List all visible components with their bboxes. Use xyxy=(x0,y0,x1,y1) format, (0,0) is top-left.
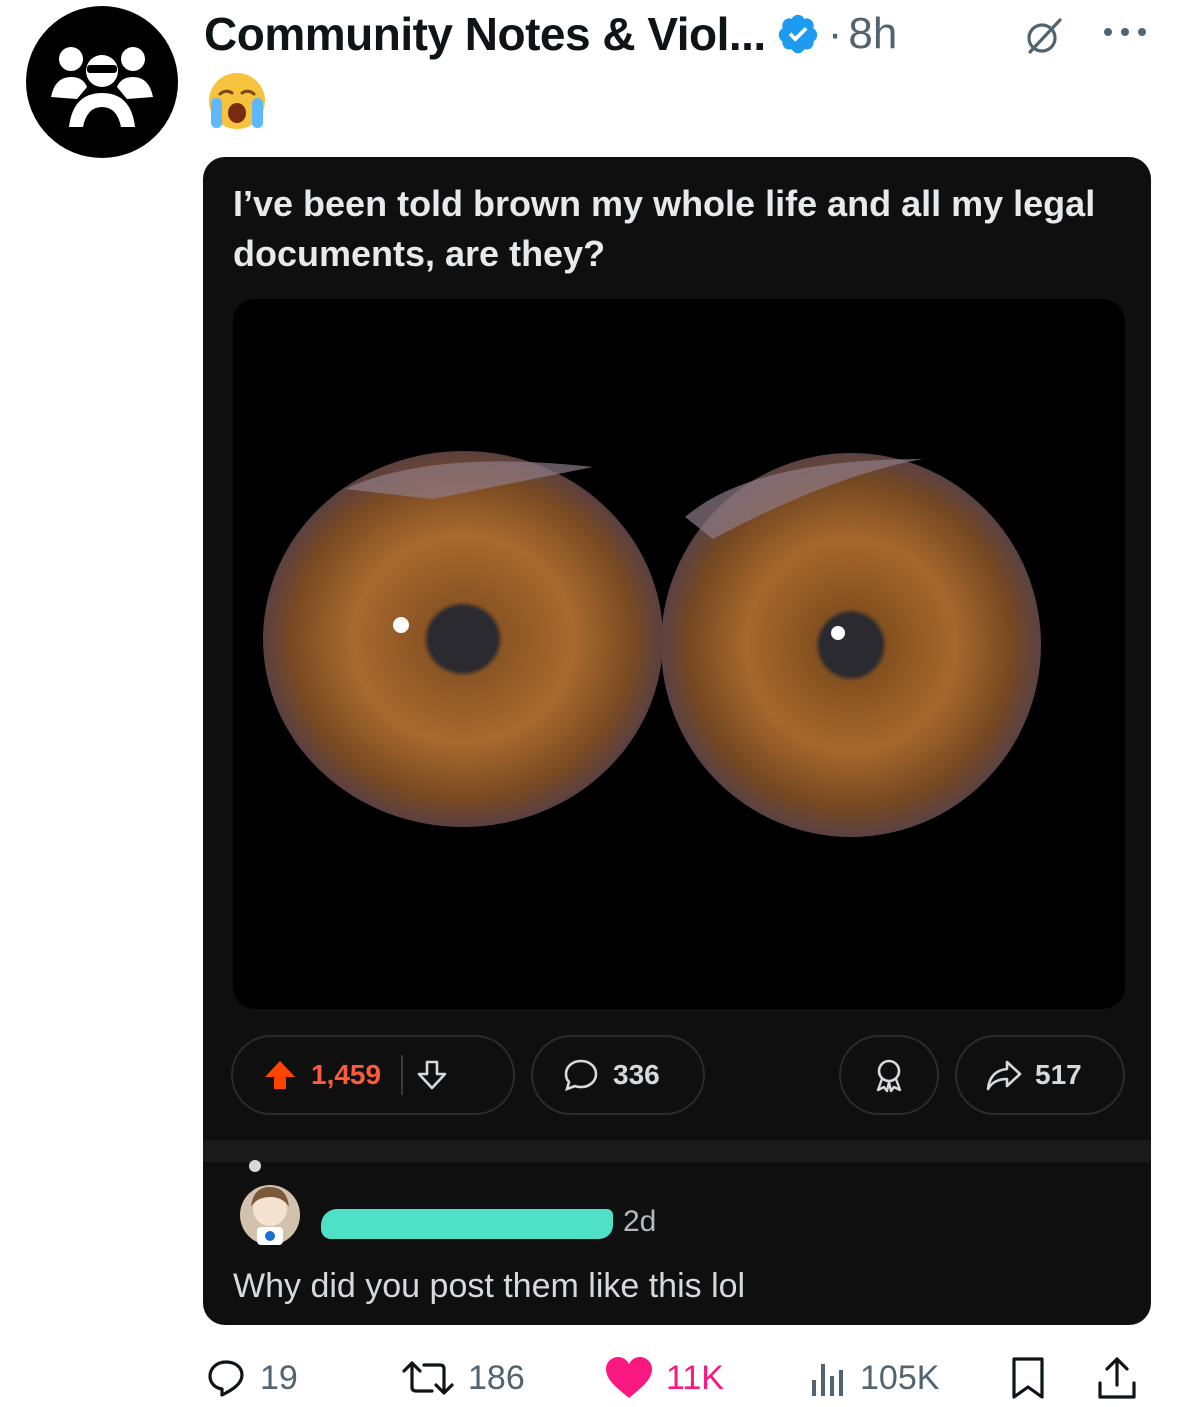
commenter-avatar-icon[interactable] xyxy=(235,1177,305,1257)
like-button[interactable]: 11K xyxy=(604,1350,724,1406)
bookmark-icon xyxy=(1012,1357,1044,1399)
award-pill[interactable] xyxy=(839,1035,939,1115)
reply-button[interactable]: 19 xyxy=(206,1350,298,1406)
tweet-action-bar: 19 186 11K 105K xyxy=(0,1350,1179,1406)
upvote-arrow-icon[interactable] xyxy=(263,1058,297,1092)
section-divider xyxy=(203,1140,1151,1162)
repost-count: 186 xyxy=(468,1358,525,1397)
vote-divider xyxy=(401,1055,404,1095)
share-arrow-icon xyxy=(986,1060,1022,1091)
account-avatar[interactable] xyxy=(26,6,178,158)
views-button[interactable]: 105K xyxy=(808,1350,939,1406)
share-pill[interactable]: 517 xyxy=(955,1035,1125,1115)
tweet-header: Community Notes & Viol... · 8h xyxy=(204,4,1164,64)
verified-badge-icon[interactable] xyxy=(776,12,820,56)
more-options-icon[interactable] xyxy=(1100,22,1150,42)
separator-dot: · xyxy=(827,9,843,58)
share-button[interactable] xyxy=(1094,1350,1152,1406)
community-people-icon xyxy=(51,47,153,127)
share-count: 517 xyxy=(1035,1059,1082,1090)
upvote-count: 1,459 xyxy=(311,1059,382,1090)
redacted-username xyxy=(321,1209,613,1239)
like-count: 11K xyxy=(666,1358,724,1397)
views-chart-icon xyxy=(812,1364,843,1396)
thought-dot xyxy=(249,1160,261,1172)
comments-pill[interactable]: 336 xyxy=(531,1035,705,1115)
repost-icon xyxy=(402,1361,454,1395)
vote-pill: 1,459 xyxy=(231,1035,515,1115)
comment-bubble-icon xyxy=(564,1059,598,1092)
downvote-arrow-icon[interactable] xyxy=(415,1058,449,1092)
reply-count: 19 xyxy=(260,1358,298,1397)
post-time[interactable]: 8h xyxy=(848,9,897,59)
share-icon xyxy=(1098,1357,1136,1399)
grok-icon[interactable] xyxy=(1022,14,1066,58)
embedded-post-image[interactable] xyxy=(233,299,1125,1009)
comment-age: 2d xyxy=(623,1205,657,1238)
award-icon xyxy=(876,1059,902,1093)
embedded-post-title: I’ve been told brown my whole life and a… xyxy=(233,183,1096,274)
comment-text: Why did you post them like this lol xyxy=(233,1267,746,1305)
bookmark-button[interactable] xyxy=(1008,1350,1060,1406)
repost-button[interactable]: 186 xyxy=(400,1350,525,1406)
comment-count: 336 xyxy=(613,1059,660,1090)
crying-face-emoji-icon xyxy=(209,73,265,129)
view-count: 105K xyxy=(860,1358,940,1397)
brown-eyes-image xyxy=(263,451,1041,837)
reply-icon xyxy=(208,1360,244,1397)
embedded-screenshot[interactable]: I’ve been told brown my whole life and a… xyxy=(203,157,1151,1325)
heart-icon xyxy=(606,1357,652,1398)
display-name[interactable]: Community Notes & Viol... xyxy=(204,7,766,61)
